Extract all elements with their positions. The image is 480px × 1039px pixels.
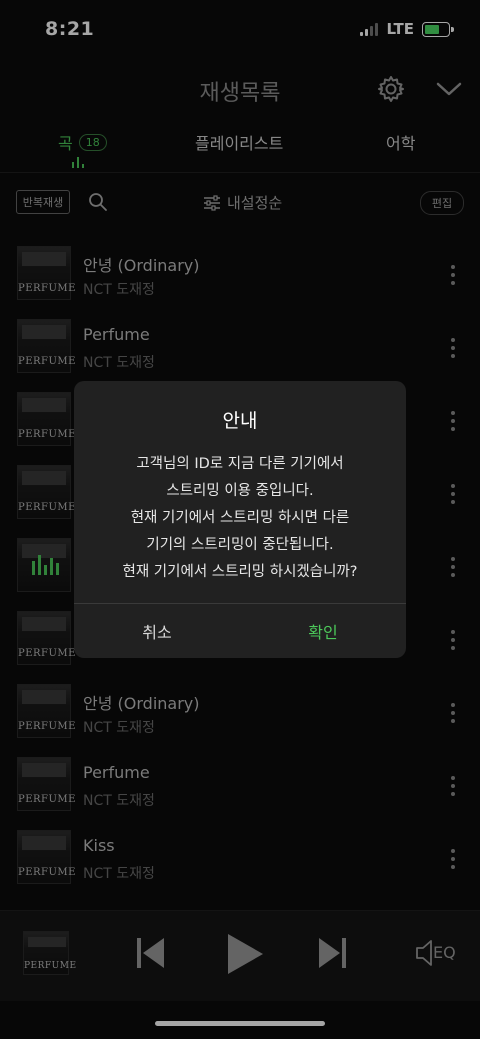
alert-dialog: 안내 고객님의 ID로 지금 다른 기기에서 스트리밍 이용 중입니다. 현재 … [74,381,406,658]
dialog-message: 고객님의 ID로 지금 다른 기기에서 스트리밍 이용 중입니다. 현재 기기에… [74,451,406,586]
dialog-message-line: 현재 기기에서 스트리밍 하시면 다른 [130,510,350,526]
dialog-message-line: 고객님의 ID로 지금 다른 기기에서 [136,456,344,472]
dialog-message-line: 현재 기기에서 스트리밍 하시겠습니까? [122,564,358,580]
confirm-button[interactable]: 확인 [240,603,406,658]
dialog-message-line: 기기의 스트리밍이 중단됩니다. [146,537,334,553]
dialog-title: 안내 [222,410,258,432]
dialog-message-line: 스트리밍 이용 중입니다. [166,483,314,499]
cancel-button[interactable]: 취소 [74,603,240,658]
